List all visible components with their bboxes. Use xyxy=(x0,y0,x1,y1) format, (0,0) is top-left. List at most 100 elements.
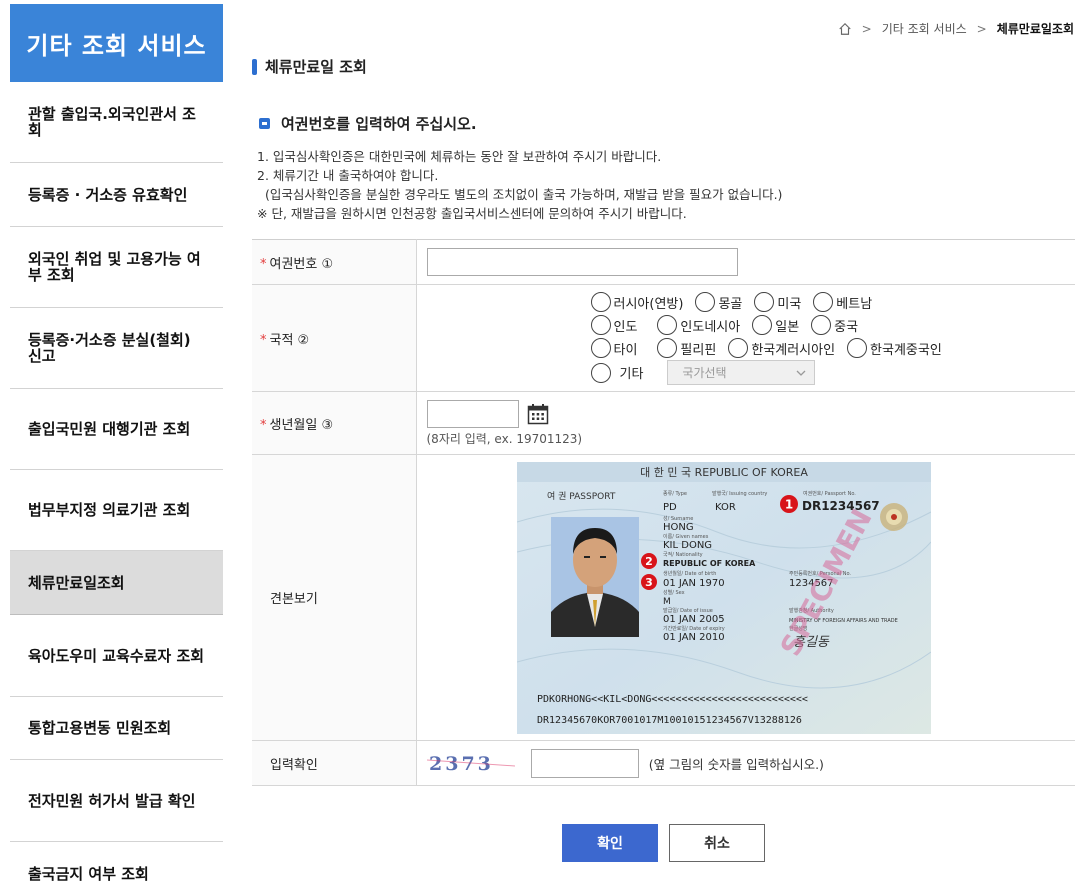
passport-expiry-date: 01 JAN 2010 xyxy=(663,632,725,643)
notice-line: (입국심사확인증을 분실한 경우라도 별도의 조치없이 출국 가능하며, 재발급… xyxy=(265,187,783,202)
page-title: 체류만료일 조회 xyxy=(252,56,367,77)
cancel-button[interactable]: 취소 xyxy=(669,824,765,862)
passport-sample-image: 대 한 민 국 REPUBLIC OF KOREA 여 권 PASSPORT 종… xyxy=(516,461,931,734)
radio-india[interactable]: 인도 xyxy=(590,315,638,335)
section-heading-text: 여권번호를 입력하여 주십시오. xyxy=(281,115,477,133)
nationality-options: 러시아(연방) 몽골 미국 베트남 인도 인도네시아 일본 중국 타이 필리핀 … xyxy=(416,284,1076,392)
radio-label: 인도네시아 xyxy=(680,319,741,335)
radio-circle-icon xyxy=(695,292,716,312)
radio-row: 러시아(연방) 몽골 미국 베트남 xyxy=(590,291,1076,314)
breadcrumb-current: 체류만료일조회 xyxy=(996,22,1074,36)
birthdate-input[interactable] xyxy=(426,399,519,428)
sidebar-item-stay-expiry[interactable]: 체류만료일조회 xyxy=(10,551,223,615)
passport-expiry-label: 기간만료일/ Date of expiry xyxy=(663,625,725,632)
sample-cell: 대 한 민 국 REPUBLIC OF KOREA 여 권 PASSPORT 종… xyxy=(416,454,1075,741)
captcha-input[interactable] xyxy=(530,748,639,778)
radio-circle-icon xyxy=(590,292,611,312)
nationality-label-text: 국적 ② xyxy=(269,332,310,348)
passport-dob: 01 JAN 1970 xyxy=(663,578,725,589)
sidebar-item-permit-verification[interactable]: 전자민원 허가서 발급 확인 xyxy=(10,760,223,842)
radio-korean-chinese[interactable]: 한국계중국인 xyxy=(847,338,942,358)
radio-label: 기타 xyxy=(619,367,644,382)
radio-philippines[interactable]: 필리핀 xyxy=(657,338,716,358)
radio-russia[interactable]: 러시아(연방) xyxy=(590,292,684,312)
passport-label: * 여권번호 ① xyxy=(252,239,417,285)
passport-issue-label: 발급일/ Date of issue xyxy=(663,607,713,614)
form-row-sample: 견본보기 대 한 민 국 REPUBLIC OF KOREA 여 권 PASSP… xyxy=(252,454,1075,741)
passport-number: DR1234567 xyxy=(802,499,880,513)
breadcrumb-level1[interactable]: 기타 조회 서비스 xyxy=(882,20,967,37)
sidebar-item-employment-change[interactable]: 통합고용변동 민원조회 xyxy=(10,697,223,760)
radio-thailand[interactable]: 타이 xyxy=(590,338,638,358)
notice-list: 1. 입국심사확인증은 대한민국에 체류하는 동안 잘 보관하여 주시기 바랍니… xyxy=(257,147,782,223)
section-heading: 여권번호를 입력하여 주십시오. xyxy=(259,113,477,134)
country-select[interactable]: 국가선택 xyxy=(667,360,816,385)
lookup-form: * 여권번호 ① * 국적 ② 러시아(연방) 몽골 미국 베트남 인도 인도네시아… xyxy=(252,239,1075,786)
passport-sex: M xyxy=(663,597,671,607)
radio-circle-icon xyxy=(657,338,678,358)
radio-other[interactable]: 기타 xyxy=(590,362,644,383)
passport-issuing-label: 발행국/ Issuing country xyxy=(712,490,767,497)
form-row-nationality: * 국적 ② 러시아(연방) 몽골 미국 베트남 인도 인도네시아 일본 중국 타… xyxy=(252,284,1076,392)
form-row-passport: * 여권번호 ① xyxy=(252,239,1075,285)
nationality-label: * 국적 ② xyxy=(252,284,417,392)
passport-country-code: KOR xyxy=(715,502,736,513)
radio-usa[interactable]: 미국 xyxy=(754,292,801,312)
sidebar: 기타 조회 서비스 관할 출입국.외국인관서 조회 등록증 · 거소증 유효확인… xyxy=(10,4,223,883)
birthdate-hint: (8자리 입력, ex. 19701123) xyxy=(426,431,583,446)
radio-row: 인도 인도네시아 일본 중국 xyxy=(590,314,1076,337)
radio-circle-icon xyxy=(847,338,868,358)
sidebar-item-babysitter-training[interactable]: 육아도우미 교육수료자 조회 xyxy=(10,615,223,697)
required-mark: * xyxy=(260,417,267,433)
radio-label: 인도 xyxy=(613,319,638,335)
radio-label: 일본 xyxy=(775,319,800,335)
radio-korean-russian[interactable]: 한국계러시아인 xyxy=(728,338,835,358)
radio-circle-icon xyxy=(813,292,834,312)
form-row-birthdate: * 생년월일 ③ (8자리 입력, ex. 19701123) xyxy=(252,391,1075,455)
sidebar-title: 기타 조회 서비스 xyxy=(10,4,223,82)
breadcrumb-separator: > xyxy=(976,21,987,36)
radio-label: 타이 xyxy=(613,342,638,358)
required-mark: * xyxy=(260,256,267,272)
sidebar-item-exit-ban[interactable]: 출국금지 여부 조회 xyxy=(10,842,223,883)
passport-given-label: 이름/ Given names xyxy=(663,533,709,540)
sidebar-item-agency-lookup[interactable]: 출입국민원 대행기관 조회 xyxy=(10,389,223,470)
calendar-icon[interactable] xyxy=(527,403,549,425)
country-select-value: 국가선택 xyxy=(682,366,727,380)
notice-line: ※ 단, 재발급을 원하시면 인천공항 출입국서비스센터에 문의하여 주시기 바… xyxy=(257,206,687,221)
portrait-photo xyxy=(550,516,639,637)
radio-japan[interactable]: 일본 xyxy=(752,315,799,335)
radio-circle-icon xyxy=(754,292,775,312)
radio-china[interactable]: 중국 xyxy=(811,315,858,335)
captcha-hint: (옆 그림의 숫자를 입력하십시오.) xyxy=(648,756,824,772)
confirm-button[interactable]: 확인 xyxy=(562,824,658,862)
passport-nationality: REPUBLIC OF KOREA xyxy=(663,559,756,568)
emblem-icon xyxy=(879,502,908,531)
home-icon[interactable] xyxy=(838,22,852,36)
captcha-cell: 2373 (옆 그림의 숫자를 입력하십시오.) xyxy=(416,740,1075,786)
passport-dob-label: 생년월일/ Date of birth xyxy=(663,570,716,577)
birthdate-cell: (8자리 입력, ex. 19701123) xyxy=(416,391,1075,455)
sidebar-item-lost-card-report[interactable]: 등록증·거소증 분실(철회) 신고 xyxy=(10,308,223,389)
sidebar-item-immigration-office[interactable]: 관할 출입국.외국인관서 조회 xyxy=(10,82,223,163)
radio-mongolia[interactable]: 몽골 xyxy=(695,292,742,312)
passport-surname: HONG xyxy=(663,522,694,533)
marker-1-text: 1 xyxy=(784,497,792,511)
passport-number-input[interactable] xyxy=(426,248,738,276)
radio-circle-icon xyxy=(657,315,678,335)
birthdate-label-text: 생년월일 ③ xyxy=(269,417,334,433)
radio-label: 베트남 xyxy=(836,296,873,312)
radio-label: 러시아(연방) xyxy=(613,296,684,312)
passport-doc-label: 여 권 PASSPORT xyxy=(547,490,616,502)
passport-cell xyxy=(416,239,1075,285)
radio-indonesia[interactable]: 인도네시아 xyxy=(657,315,740,335)
page-title-text: 체류만료일 조회 xyxy=(265,58,367,76)
radio-vietnam[interactable]: 베트남 xyxy=(813,292,872,312)
sidebar-item-employment-check[interactable]: 외국인 취업 및 고용가능 여부 조회 xyxy=(10,227,223,308)
passport-mrz-line2: DR12345670KOR7001017M10010151234567V1328… xyxy=(537,715,802,726)
radio-circle-icon xyxy=(752,315,773,335)
passport-label-text: 여권번호 ① xyxy=(269,256,334,272)
sidebar-item-registration-validity[interactable]: 등록증 · 거소증 유효확인 xyxy=(10,163,223,227)
sidebar-item-medical-institution[interactable]: 법무부지정 의료기관 조회 xyxy=(10,470,223,551)
sample-label: 견본보기 xyxy=(252,454,417,741)
